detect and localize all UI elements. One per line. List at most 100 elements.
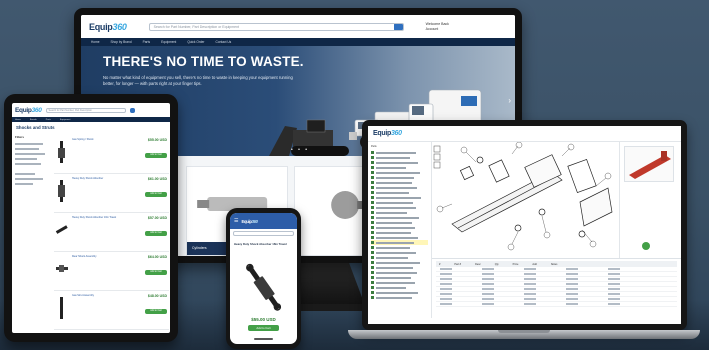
list-item[interactable]: Gas Spring / Shock $55.00 USD Add to Car… (54, 135, 169, 174)
table-cell (482, 268, 494, 270)
part-image (629, 151, 671, 179)
add-to-cart-button[interactable]: Add to Cart (145, 192, 167, 197)
table-cell (608, 288, 620, 290)
nav-parts[interactable]: Parts (46, 119, 51, 121)
product-name[interactable]: Heavy Duty Shock Absorber (72, 177, 117, 180)
tree-item[interactable] (371, 295, 428, 300)
table-cell (440, 293, 452, 295)
brand-logo[interactable]: Equip360 (373, 130, 402, 137)
folder-icon (371, 211, 374, 215)
table-cell (566, 288, 578, 290)
hero-title: THERE'S NO TIME TO WASTE. (103, 54, 304, 69)
tree-item-label (376, 206, 416, 209)
table-row[interactable] (436, 302, 677, 307)
column-header: Add (532, 262, 537, 266)
logo-accent: 360 (112, 21, 127, 32)
nav-brands[interactable]: Brands (30, 119, 37, 121)
logo-accent: 360 (251, 218, 258, 224)
table-cell (524, 288, 536, 290)
list-item[interactable]: Heavy Duty Shock Absorber $61.00 USD Add… (54, 174, 169, 213)
page-title: Shocks and Struts (16, 125, 55, 130)
carousel-dots[interactable]: • • • (291, 147, 309, 153)
product-price: $48.00 USD (147, 294, 167, 298)
add-to-cart-button[interactable]: Add to Cart (145, 231, 167, 236)
table-cell (566, 278, 578, 280)
brand-logo[interactable]: Equip360 (15, 107, 42, 114)
search-button[interactable] (129, 107, 135, 113)
table-cell (440, 288, 452, 290)
filter-option[interactable] (15, 163, 41, 165)
folder-icon (371, 281, 374, 285)
add-to-cart-button[interactable]: Add to Cart (248, 325, 279, 331)
folder-icon (371, 241, 374, 245)
nav-home[interactable]: Home (91, 40, 100, 44)
table-cell (524, 273, 536, 275)
search-button[interactable] (393, 23, 403, 30)
table-cell (566, 298, 578, 300)
nav-parts[interactable]: Parts (143, 40, 150, 44)
tablet: Equip360 Search for Part Number, Part De… (4, 94, 178, 342)
folder-icon (371, 181, 374, 185)
product-name[interactable]: Heavy Duty Shock Absorber 16in Travel (72, 216, 117, 219)
tree-item-label (376, 276, 411, 279)
filter-option[interactable] (15, 153, 45, 155)
product-name[interactable]: Gas Spring / Shock (72, 138, 117, 141)
filter-option[interactable] (15, 183, 33, 185)
add-to-cart-button[interactable]: Add to Cart (145, 270, 167, 275)
main-nav: Home Shop by Brand Parts Equipment Quick… (81, 38, 515, 46)
nav-quick-order[interactable]: Quick Order (187, 40, 204, 44)
menu-icon[interactable]: ☰ (234, 218, 238, 224)
product-image (60, 297, 63, 319)
logo-text: Equip (89, 21, 113, 32)
filter-option[interactable] (15, 143, 43, 145)
add-part-button[interactable] (642, 242, 650, 250)
nav-equipment[interactable]: Equipment (161, 40, 176, 44)
chevron-right-icon[interactable]: › (508, 96, 511, 105)
nav-contact[interactable]: Contact Us (216, 40, 232, 44)
add-to-cart-button[interactable]: Add to Cart (145, 309, 167, 314)
folder-icon (371, 206, 374, 210)
table-cell (566, 303, 578, 305)
tree-item-label (376, 201, 413, 204)
filter-option[interactable] (15, 158, 37, 160)
tree-item-label (376, 251, 416, 254)
brand-logo[interactable]: Equip360 (89, 22, 127, 32)
search-input[interactable]: Search for Part Number, Part Description… (148, 22, 404, 31)
table-cell (440, 298, 452, 300)
folder-icon (371, 156, 374, 160)
tree-item-label (376, 291, 418, 294)
folder-icon (371, 151, 374, 155)
column-header: Notes (550, 262, 558, 266)
table-cell (566, 283, 578, 285)
table-cell (524, 298, 536, 300)
account-greeting: Welcome Back (425, 21, 449, 26)
filter-option[interactable] (15, 173, 35, 175)
filters-panel: Filters (15, 135, 50, 185)
list-item[interactable]: Heavy Duty Shock Absorber 16in Travel $5… (54, 213, 169, 252)
exploded-parts-diagram[interactable] (432, 141, 619, 258)
logo-accent: 360 (31, 106, 42, 114)
search-input[interactable] (233, 231, 294, 236)
part-thumbnail[interactable] (624, 146, 674, 182)
table-cell (608, 278, 620, 280)
filter-option[interactable] (15, 148, 39, 150)
brand-logo[interactable]: Equip360 (241, 218, 258, 224)
nav-brands[interactable]: Shop by Brand (111, 40, 132, 44)
folder-icon (371, 251, 374, 255)
nav-home[interactable]: Home (15, 119, 21, 121)
folder-icon (371, 166, 374, 170)
add-to-cart-button[interactable]: Add to Cart (145, 153, 167, 158)
list-item[interactable]: Gas Strut Assembly $48.00 USD Add to Car… (54, 291, 169, 330)
filter-option[interactable] (15, 178, 43, 180)
product-name[interactable]: Gas Strut Assembly (72, 294, 117, 297)
folder-icon (371, 286, 374, 290)
folder-icon (371, 161, 374, 165)
account-menu[interactable]: Welcome Back Account (426, 22, 449, 32)
table-cell (440, 273, 452, 275)
search-input[interactable]: Search for Part Number, Part Description (45, 107, 126, 113)
list-item[interactable]: Rear Shock Assembly $64.00 USD Add to Ca… (54, 252, 169, 291)
folder-icon (371, 246, 374, 250)
product-name[interactable]: Rear Shock Assembly (72, 255, 117, 258)
hero-text: No matter what kind of equipment you sel… (103, 75, 293, 86)
nav-equipment[interactable]: Equipment (60, 119, 70, 121)
